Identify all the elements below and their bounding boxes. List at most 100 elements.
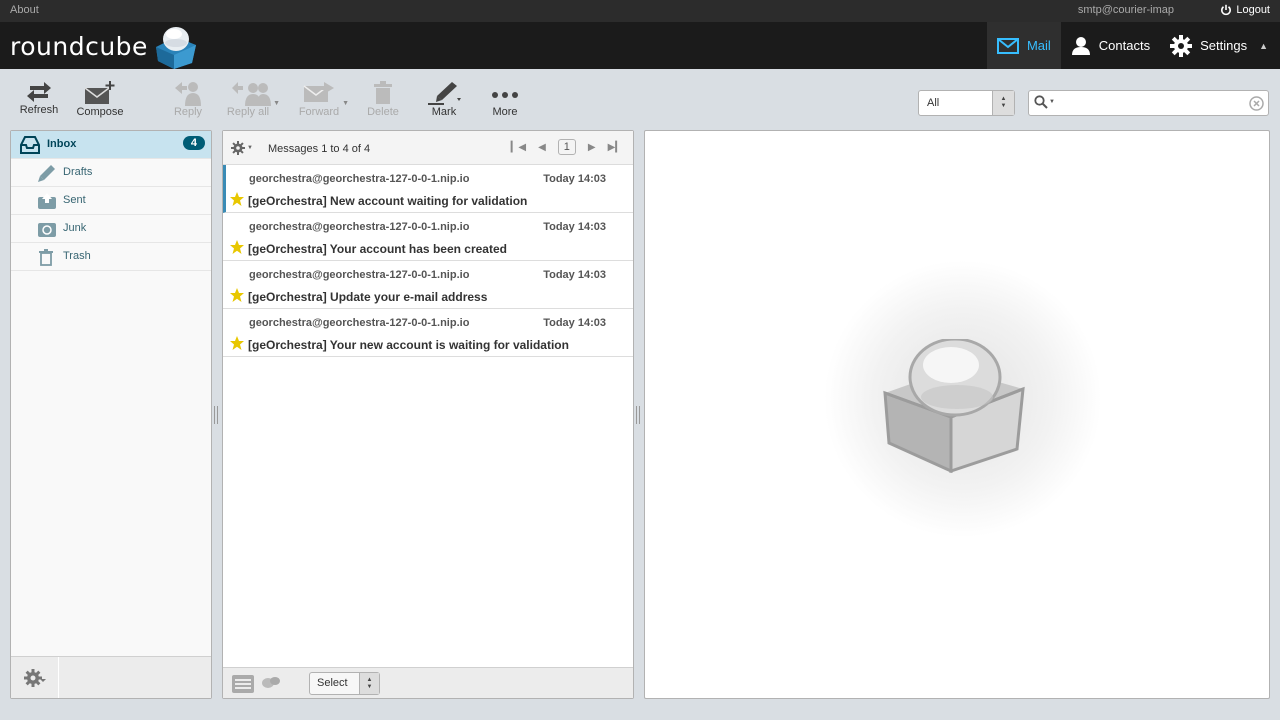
message-list-footer: Select ▲ ▼	[223, 667, 633, 698]
reply-all-dropdown-icon[interactable]: ▼	[273, 100, 280, 107]
select-arrows-icon: ▲ ▼	[992, 91, 1014, 115]
message-date: Today 14:03	[543, 269, 606, 281]
flag-star-icon[interactable]	[229, 239, 245, 255]
next-page-icon[interactable]: ▶	[588, 142, 596, 153]
mail-icon	[996, 37, 1019, 54]
compose-button[interactable]: Compose	[72, 80, 128, 118]
previous-page-icon[interactable]: ◀	[538, 142, 546, 153]
message-list-header: ▼ Messages 1 to 4 of 4 ▎◀ ◀ 1 ▶ ▶▎	[223, 131, 633, 165]
folder-drafts[interactable]: Drafts	[11, 159, 211, 187]
top-bar: About smtp@courier-imap Logout	[0, 0, 1280, 22]
threads-view-icon[interactable]	[261, 675, 281, 691]
folder-drafts-label: Drafts	[63, 166, 93, 178]
chevron-down-icon: ▼	[1049, 99, 1055, 105]
delete-button[interactable]: Delete	[355, 80, 411, 118]
last-page-icon[interactable]: ▶▎	[608, 142, 623, 153]
list-splitter[interactable]	[636, 406, 640, 424]
message-subject: [geOrchestra] Your new account is waitin…	[248, 338, 569, 352]
search-input[interactable]: ▼	[1028, 90, 1269, 116]
refresh-icon	[27, 82, 51, 102]
message-row[interactable]: georchestra@georchestra-127-0-0-1.nip.io…	[223, 213, 633, 261]
reply-icon	[175, 82, 201, 106]
power-icon	[1221, 4, 1232, 16]
message-row[interactable]: georchestra@georchestra-127-0-0-1.nip.io…	[223, 165, 633, 213]
delete-icon	[374, 81, 392, 104]
unread-count-badge: 4	[182, 136, 205, 150]
flag-star-icon[interactable]	[229, 335, 245, 351]
chevron-down-icon: ▼	[247, 145, 253, 151]
mark-label: Mark	[431, 106, 457, 118]
forward-button[interactable]: Forward ▼	[291, 80, 349, 118]
list-view-icon[interactable]	[231, 674, 255, 694]
folder-list-footer	[11, 656, 211, 698]
list-options-button[interactable]: ▼	[231, 141, 253, 155]
nav-settings[interactable]: Settings	[1160, 22, 1257, 69]
delete-label: Delete	[367, 106, 399, 118]
filter-select[interactable]: All ▲ ▼	[918, 90, 1015, 116]
message-count: Messages 1 to 4 of 4	[268, 143, 371, 155]
folder-junk-label: Junk	[63, 222, 87, 234]
refresh-button[interactable]: Refresh	[11, 80, 67, 116]
search-options-button[interactable]: ▼	[1034, 95, 1055, 109]
message-list: ▼ Messages 1 to 4 of 4 ▎◀ ◀ 1 ▶ ▶▎ georc…	[222, 130, 634, 699]
folder-splitter[interactable]	[214, 406, 218, 424]
forward-icon	[303, 82, 334, 102]
nav-contacts[interactable]: Contacts	[1061, 22, 1160, 69]
message-from: georchestra@georchestra-127-0-0-1.nip.io	[249, 173, 470, 185]
compose-icon	[84, 81, 115, 104]
mark-icon	[428, 82, 461, 105]
message-row[interactable]: georchestra@georchestra-127-0-0-1.nip.io…	[223, 261, 633, 309]
refresh-label: Refresh	[19, 104, 59, 116]
trash-icon	[39, 249, 53, 266]
logout-button[interactable]: Logout	[1220, 4, 1270, 16]
username: smtp@courier-imap	[1077, 4, 1174, 16]
message-row[interactable]: georchestra@georchestra-127-0-0-1.nip.io…	[223, 309, 633, 357]
junk-icon	[38, 223, 56, 237]
roundcube-watermark-icon	[883, 339, 1025, 473]
flag-star-icon[interactable]	[229, 287, 245, 303]
first-page-icon[interactable]: ▎◀	[511, 142, 526, 153]
logout-label: Logout	[1236, 4, 1270, 16]
select-messages-dropdown[interactable]: Select ▲ ▼	[309, 672, 380, 695]
reply-all-button[interactable]: Reply all ▼	[222, 80, 282, 118]
message-date: Today 14:03	[543, 173, 606, 185]
nav-mail[interactable]: Mail	[986, 22, 1061, 69]
gear-icon	[23, 668, 46, 687]
more-button[interactable]: More	[477, 80, 533, 118]
folder-list: Inbox 4 Drafts Sent Junk Trash	[10, 130, 212, 699]
about-link[interactable]: About	[10, 4, 39, 16]
logo-text: roundcube	[10, 31, 148, 61]
forward-dropdown-icon[interactable]: ▼	[342, 100, 349, 107]
settings-icon	[1170, 34, 1193, 57]
folder-sent[interactable]: Sent	[11, 187, 211, 215]
chevron-up-icon: ▲	[1259, 40, 1268, 51]
nav-settings-label: Settings	[1200, 38, 1248, 53]
filter-value: All	[927, 97, 940, 109]
folder-sent-label: Sent	[63, 194, 86, 206]
collapse-header-button[interactable]: ▲	[1257, 22, 1268, 69]
message-subject: [geOrchestra] New account waiting for va…	[248, 194, 528, 208]
header: roundcube Mail Contacts Settings ▲	[0, 22, 1280, 69]
nav-mail-label: Mail	[1026, 38, 1051, 53]
folder-trash[interactable]: Trash	[11, 243, 211, 271]
folder-inbox-label: Inbox	[47, 138, 77, 150]
drafts-icon	[38, 165, 55, 182]
folder-trash-label: Trash	[63, 250, 91, 262]
folder-actions-button[interactable]	[11, 657, 59, 698]
folder-junk[interactable]: Junk	[11, 215, 211, 243]
mark-button[interactable]: Mark	[416, 80, 472, 118]
message-date: Today 14:03	[543, 221, 606, 233]
folder-inbox[interactable]: Inbox 4	[11, 131, 211, 159]
more-label: More	[492, 106, 518, 118]
reply-all-label: Reply all	[226, 106, 270, 118]
clear-search-icon[interactable]	[1249, 96, 1264, 111]
select-arrows-icon: ▲ ▼	[359, 673, 379, 694]
logo[interactable]: roundcube	[10, 25, 200, 69]
flag-star-icon[interactable]	[229, 191, 245, 207]
reply-label: Reply	[173, 106, 203, 118]
message-preview	[644, 130, 1270, 699]
page-number[interactable]: 1	[557, 139, 576, 155]
reply-button[interactable]: Reply	[160, 80, 216, 118]
message-date: Today 14:03	[543, 317, 606, 329]
message-subject: [geOrchestra] Update your e-mail address	[248, 290, 488, 304]
